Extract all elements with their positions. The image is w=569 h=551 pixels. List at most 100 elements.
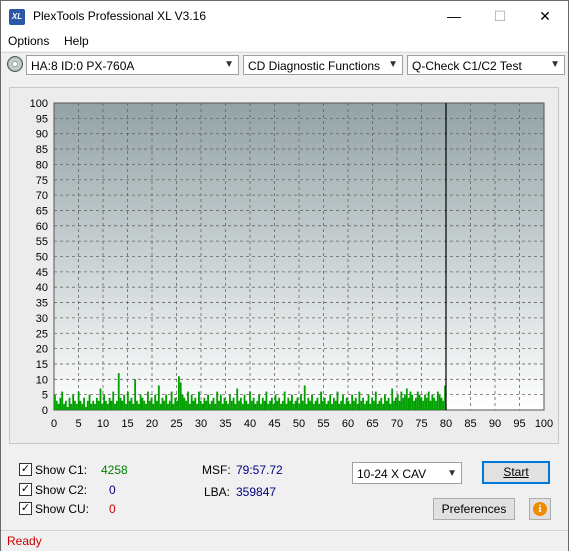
test-select[interactable]: Q-Check C1/C2 Test ▼ xyxy=(407,55,565,75)
menu-options[interactable]: Options xyxy=(8,34,49,48)
x-tick-label: 75 xyxy=(415,418,427,430)
y-tick-label: 5 xyxy=(42,390,48,402)
c1-bar xyxy=(289,400,292,410)
c1-bar xyxy=(427,391,430,410)
c1-bar xyxy=(281,400,284,410)
x-tick-label: 80 xyxy=(440,418,452,430)
c1-bar xyxy=(229,394,231,410)
c1-bar xyxy=(230,400,233,410)
y-tick-label: 0 xyxy=(42,405,48,417)
c1-bar xyxy=(243,394,246,410)
c1-bar xyxy=(81,403,84,410)
y-tick-label: 20 xyxy=(36,344,48,356)
preferences-button[interactable]: Preferences xyxy=(433,498,515,520)
c1-bar xyxy=(225,400,228,410)
c1-bar xyxy=(400,391,403,410)
c1-bar xyxy=(88,394,91,410)
c1-bar xyxy=(320,391,323,410)
speed-select[interactable]: 10-24 X CAV ▼ xyxy=(352,462,462,484)
y-tick-label: 45 xyxy=(36,267,48,279)
show-c2-checkbox[interactable]: ✓ xyxy=(19,483,32,496)
minimize-button[interactable]: — xyxy=(431,1,477,31)
c1-bar xyxy=(132,403,135,410)
c1-bar xyxy=(365,400,368,410)
c1-bar xyxy=(318,403,321,410)
c1-bar xyxy=(327,400,330,410)
c1-bar xyxy=(362,397,364,410)
c1-bar xyxy=(334,400,337,410)
c1-bar xyxy=(407,397,410,410)
close-button[interactable]: ✕ xyxy=(522,1,568,31)
chevron-down-icon: ▼ xyxy=(550,59,560,70)
c1-bar xyxy=(325,403,328,410)
c1-bar xyxy=(316,397,319,410)
y-tick-label: 10 xyxy=(36,374,48,386)
c1-bar xyxy=(398,400,401,410)
c1-bar xyxy=(123,394,126,410)
x-tick-label: 15 xyxy=(121,418,133,430)
c1-bar xyxy=(415,397,417,410)
c1-bar xyxy=(294,400,297,410)
about-button[interactable]: i xyxy=(529,498,551,520)
x-axis-labels: 0 5 10 15 20 25 30 35 40 45 50 55 60 65 70 75 80 85 90 95 10… xyxy=(51,418,553,430)
x-tick-label: 65 xyxy=(366,418,378,430)
c1-bar xyxy=(148,400,151,410)
c1-bar xyxy=(223,397,226,410)
maximize-button[interactable]: ☐ xyxy=(477,1,523,31)
c1-bar xyxy=(263,400,266,410)
title-bar[interactable]: XL PlexTools Professional XL V3.16 — ☐ ✕ xyxy=(1,1,568,31)
x-tick-label: 55 xyxy=(317,418,329,430)
cu-count: 0 xyxy=(109,502,116,516)
menu-bar: Options Help xyxy=(1,31,568,51)
c1-bar xyxy=(130,397,133,410)
c1-bar xyxy=(303,385,306,410)
show-c1-label: Show C1: xyxy=(35,463,88,477)
c1-bar xyxy=(404,394,406,410)
function-select[interactable]: CD Diagnostic Functions ▼ xyxy=(243,55,403,75)
c1-bar xyxy=(57,403,60,410)
c1-bar xyxy=(115,400,118,410)
c1-bar xyxy=(72,394,75,410)
c1-bar xyxy=(387,397,390,410)
c1-bar xyxy=(94,403,96,410)
y-tick-label: 50 xyxy=(36,252,48,264)
c1-bar xyxy=(163,400,166,410)
c1-bar xyxy=(101,403,104,410)
c1-bar xyxy=(260,403,262,410)
show-c1-checkbox[interactable]: ✓ xyxy=(19,463,32,476)
c1-bar xyxy=(285,403,288,410)
x-tick-label: 70 xyxy=(391,418,403,430)
chevron-down-icon: ▼ xyxy=(388,59,398,70)
drive-select[interactable]: HA:8 ID:0 PX-760A ▼ xyxy=(26,55,239,75)
x-tick-label: 60 xyxy=(342,418,354,430)
c1-bar xyxy=(382,403,385,410)
c1-bar xyxy=(252,397,255,410)
start-button[interactable]: Start xyxy=(482,461,550,484)
show-cu-checkbox[interactable]: ✓ xyxy=(19,502,32,515)
c1-bar xyxy=(97,400,100,410)
x-tick-label: 90 xyxy=(489,418,501,430)
c1-bar xyxy=(402,397,405,410)
c1-bar xyxy=(241,403,244,410)
c1-bar xyxy=(216,391,219,410)
c1-bar xyxy=(278,397,281,410)
c1-bar xyxy=(323,397,326,410)
menu-help[interactable]: Help xyxy=(64,34,89,48)
c2-count: 0 xyxy=(109,483,116,497)
c1-bar xyxy=(99,388,102,410)
x-tick-label: 25 xyxy=(170,418,182,430)
c1-bar xyxy=(429,400,432,410)
c1-bar xyxy=(77,391,80,410)
c1-bar xyxy=(247,403,250,410)
c1-bar xyxy=(424,394,426,410)
toolbar-divider xyxy=(1,52,568,53)
y-tick-label: 70 xyxy=(36,190,48,202)
y-tick-label: 95 xyxy=(36,113,48,125)
c1-bar xyxy=(167,403,169,410)
lba-label: LBA: xyxy=(204,485,231,499)
function-select-value: CD Diagnostic Functions xyxy=(248,59,381,73)
x-tick-label: 50 xyxy=(293,418,305,430)
c1-bar xyxy=(64,400,67,410)
c1-bar xyxy=(210,400,213,410)
c1-bar xyxy=(342,394,344,410)
